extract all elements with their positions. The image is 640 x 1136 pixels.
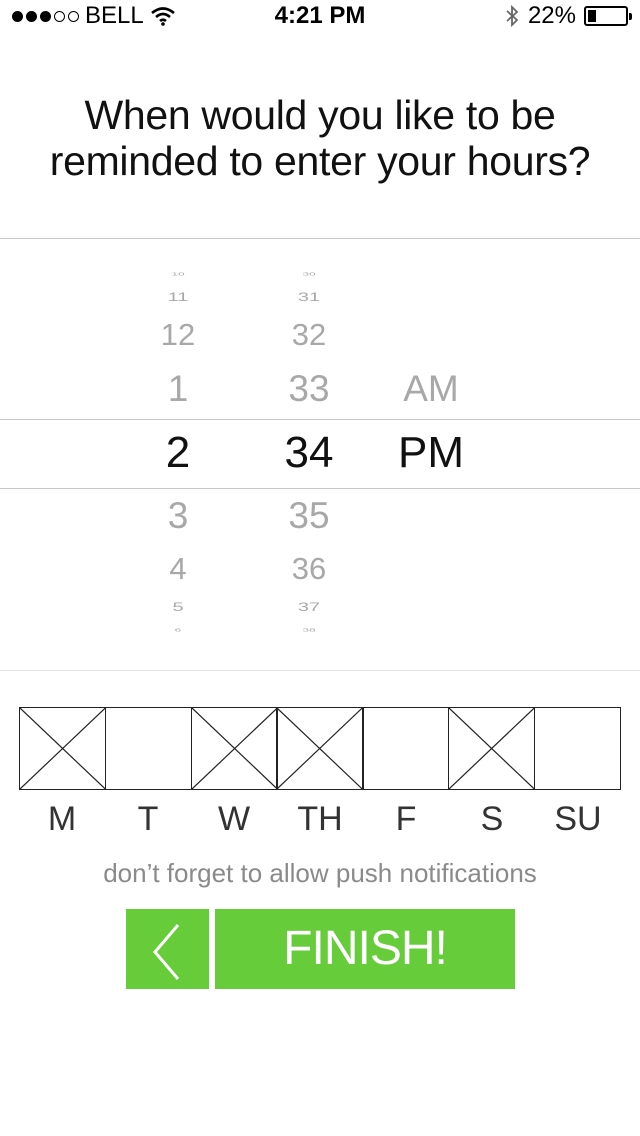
day-checkbox-w[interactable] [190,707,278,790]
minute-option[interactable]: 35 [229,495,389,539]
weekday-selector [19,707,621,790]
minute-option[interactable]: 38 [229,627,389,632]
day-checkbox-s[interactable] [447,707,536,790]
bluetooth-icon [506,4,519,28]
minute-option[interactable]: 30 [229,271,389,276]
day-checkbox-su[interactable] [533,707,621,790]
title-line-1: When would you like to be [84,92,556,138]
time-picker[interactable]: 10 11 12 1 2 3 4 5 6 30 31 32 33 34 35 36 37 38 AM PM [0,268,640,633]
back-button[interactable] [126,909,209,989]
day-checkbox-m[interactable] [19,707,107,790]
battery-icon [584,6,632,26]
day-checkbox-th[interactable] [276,707,364,790]
picker-selection-bottom-line [0,488,640,489]
day-label-m: M [47,800,77,838]
cross-check-icon [277,708,362,789]
minute-option[interactable]: 37 [229,601,389,615]
day-label-w: W [217,800,251,838]
day-checkbox-t[interactable] [104,707,193,790]
push-notification-note: don’t forget to allow push notifications [103,858,537,888]
picker-selection-top-line [0,419,640,420]
day-label-su: SU [554,800,602,838]
ampm-option-am[interactable]: AM [351,368,511,412]
day-label-th: TH [297,800,343,838]
ampm-option-pm[interactable]: PM [351,428,511,481]
page-title: When would you like to be reminded to en… [0,92,640,184]
cross-check-icon [20,708,105,789]
title-line-2: reminded to enter your hours? [49,138,591,184]
chevron-left-icon [153,924,180,980]
cross-check-icon [192,708,277,789]
weekday-labels: M T W TH F S SU [19,800,621,839]
divider [0,670,640,671]
divider [0,238,640,239]
day-label-f: F [395,800,417,838]
status-right: 22% [504,2,632,30]
battery-percent: 22% [527,2,576,29]
status-bar: BELL 4:21 PM 22% [0,0,640,30]
finish-button[interactable]: FINISH! [215,909,515,989]
battery-fill [588,10,596,22]
minute-option[interactable]: 32 [229,317,389,354]
minute-option[interactable]: 31 [229,291,389,305]
cross-check-icon [449,708,534,789]
minute-option[interactable]: 36 [229,551,389,588]
day-label-t: T [137,800,159,838]
day-checkbox-f[interactable] [362,707,450,790]
day-label-s: S [480,800,504,838]
